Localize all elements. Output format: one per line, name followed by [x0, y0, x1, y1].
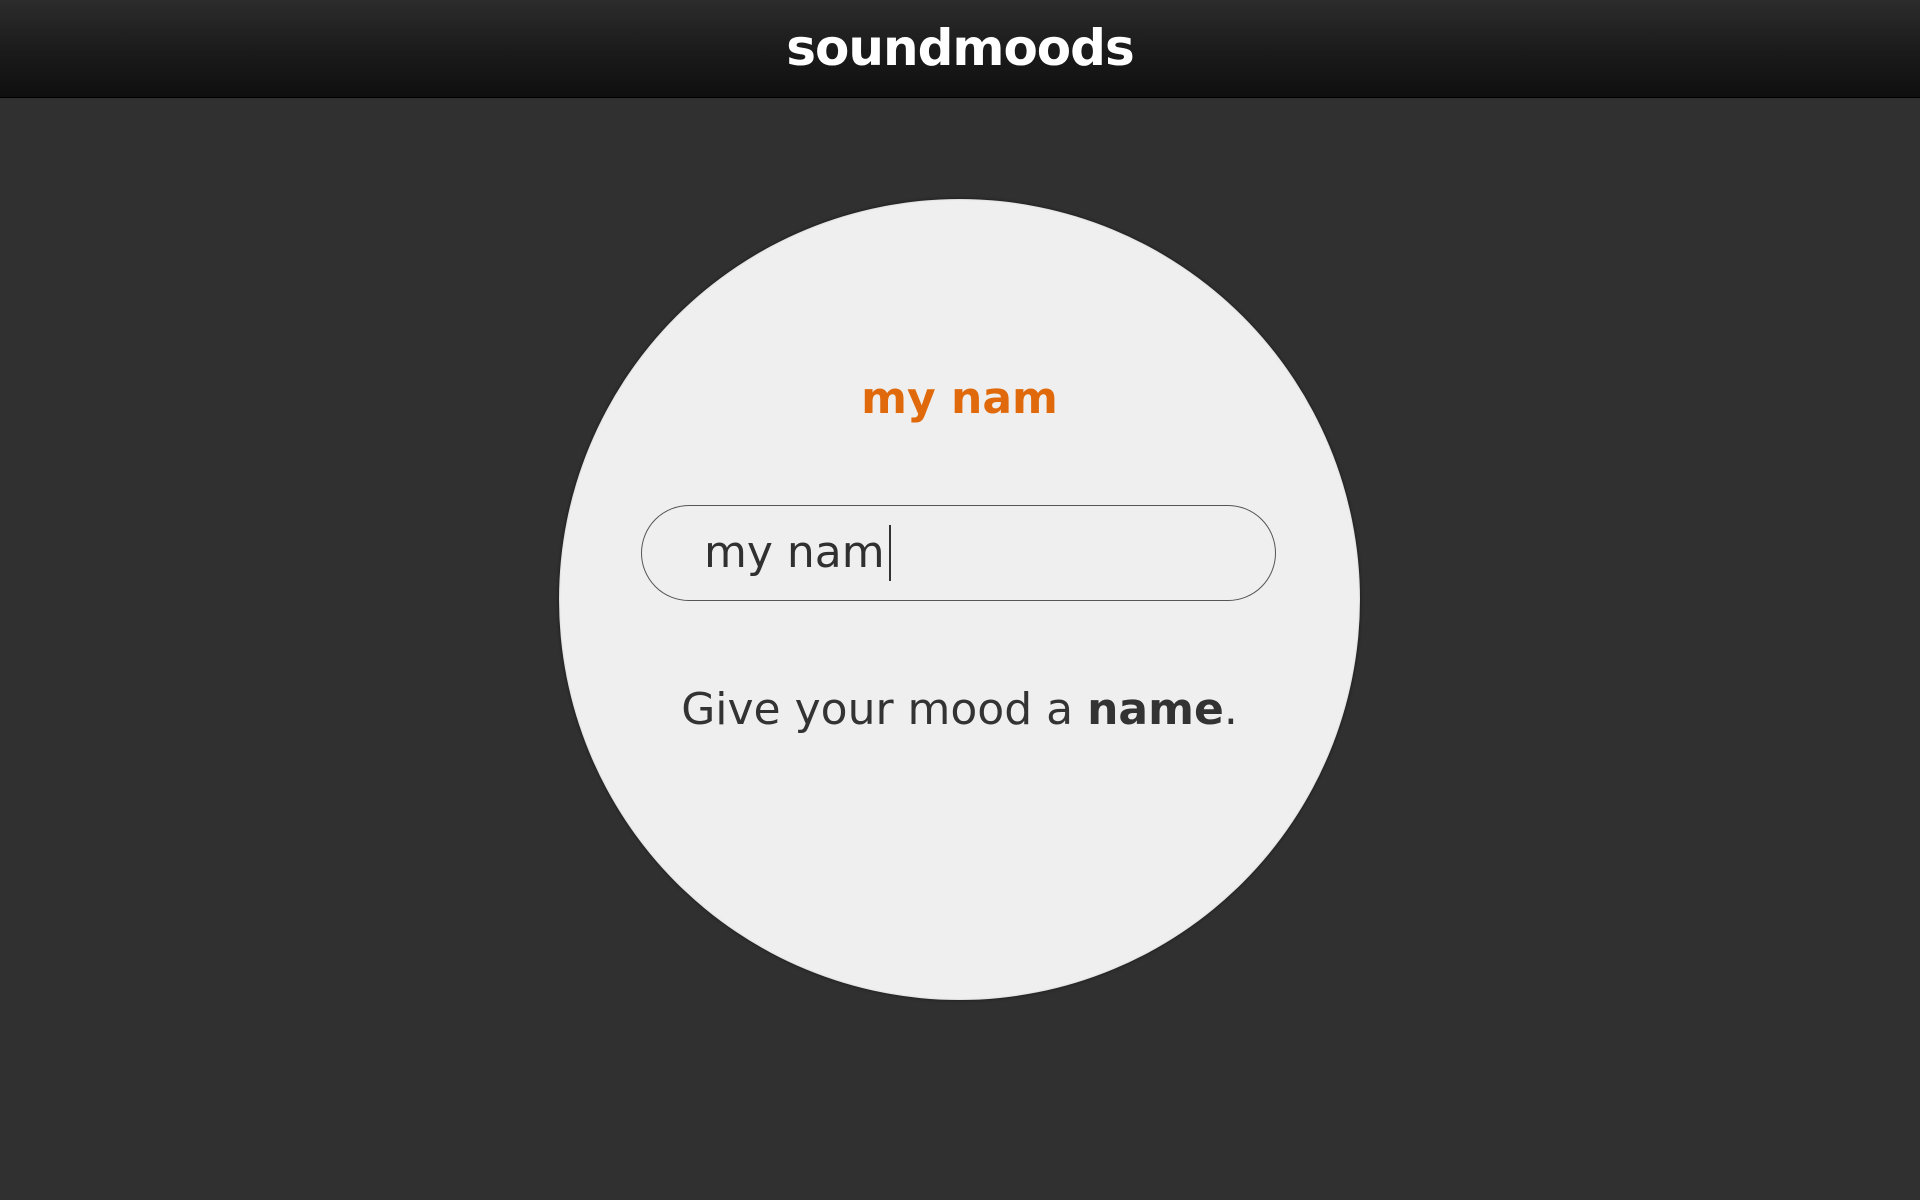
text-caret — [888, 525, 891, 581]
mood-name-input-value[interactable]: my nam — [704, 531, 885, 575]
mood-name-title: my nam — [861, 373, 1058, 424]
hint-emphasis: name — [1087, 684, 1224, 735]
mood-name-input[interactable]: my nam — [641, 505, 1276, 601]
name-hint-text: Give your mood a name. — [559, 680, 1360, 740]
mood-circle-card: my nam my nam Give your mood a name. — [559, 199, 1360, 1000]
hint-prefix: Give your mood a — [681, 684, 1088, 735]
app-logo[interactable]: soundmoods — [786, 23, 1134, 73]
top-bar: soundmoods — [0, 0, 1920, 97]
hint-suffix: . — [1223, 684, 1238, 735]
